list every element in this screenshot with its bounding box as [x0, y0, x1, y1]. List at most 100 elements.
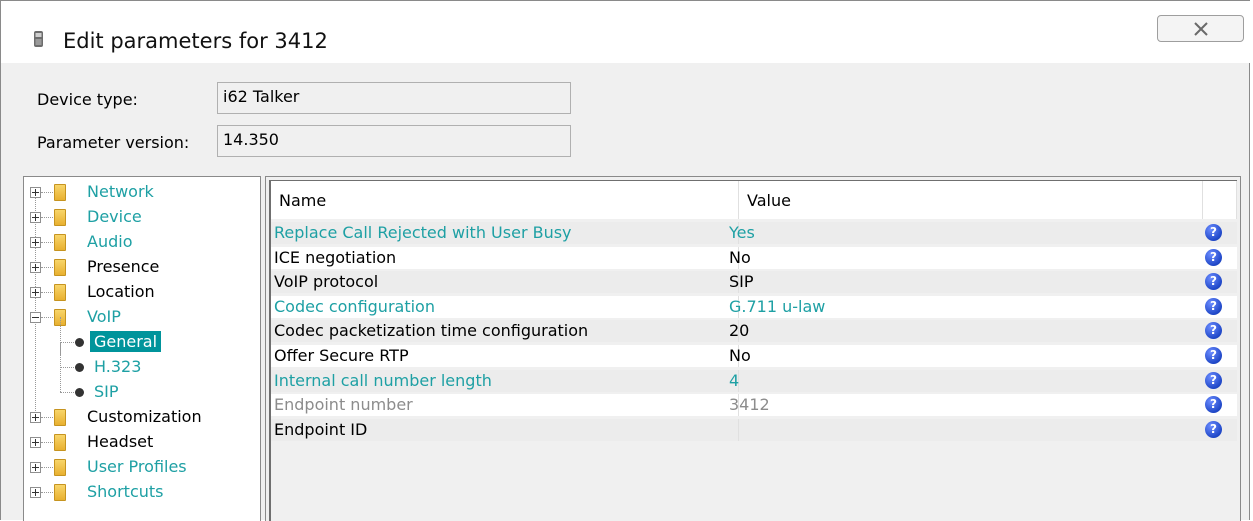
tree-item-presence[interactable]: Presence [24, 255, 260, 279]
tree-item-label: User Profiles [87, 457, 187, 476]
parameter-name-cell: Codec packetization time configuration [274, 321, 589, 340]
tree-item-headset[interactable]: Headset [24, 430, 260, 454]
table-row[interactable]: Codec packetization time configuration 20… [271, 320, 1237, 342]
table-row[interactable]: VoIP protocol SIP? [271, 271, 1237, 293]
close-x-icon [1193, 21, 1208, 36]
help-question-icon[interactable]: ? [1205, 372, 1222, 389]
tree-connector [60, 367, 61, 392]
table-row[interactable]: ICE negotiation No? [271, 247, 1237, 269]
tree-item-label: Network [87, 182, 154, 201]
tree-connector [41, 267, 53, 268]
device-type-label: Device type: [37, 90, 138, 109]
column-header-name[interactable]: Name [271, 181, 739, 219]
help-question-icon[interactable]: ? [1205, 396, 1222, 413]
table-row[interactable]: Endpoint ID? [271, 419, 1237, 441]
tree-item-label: Audio [87, 232, 133, 251]
tree-item-label: Presence [87, 257, 160, 276]
parameter-value-cell[interactable]: 20 [729, 321, 749, 340]
expand-icon[interactable] [30, 487, 41, 498]
collapse-icon[interactable] [30, 312, 41, 323]
tree-item-label: Shortcuts [87, 482, 164, 501]
tree-connector [41, 317, 53, 318]
folder-icon [54, 259, 66, 276]
parameter-value-cell[interactable]: 4 [729, 371, 739, 390]
help-question-icon[interactable]: ? [1205, 224, 1222, 241]
folder-icon [54, 184, 66, 201]
app-icon [34, 31, 43, 47]
expand-icon[interactable] [30, 437, 41, 448]
folder-icon [54, 284, 66, 301]
parameter-value-cell[interactable]: 3412 [729, 395, 770, 414]
parameter-value-cell[interactable]: No [729, 248, 751, 267]
tree-item-audio[interactable]: Audio [24, 230, 260, 254]
bullet-icon [75, 338, 84, 347]
tree-connector [41, 242, 53, 243]
tree-item-device[interactable]: Device [24, 205, 260, 229]
parameter-value-cell[interactable]: Yes [729, 223, 755, 242]
folder-icon [54, 234, 66, 251]
tree-item-label: Customization [87, 407, 202, 426]
tree-item-customization[interactable]: Customization [24, 405, 260, 429]
tree-connector [60, 367, 74, 368]
table-row[interactable]: Codec configuration G.711 u-law? [271, 296, 1237, 318]
folder-icon [54, 409, 66, 426]
help-question-icon[interactable]: ? [1205, 347, 1222, 364]
tree-item-shortcuts[interactable]: Shortcuts [24, 480, 260, 504]
tree-item-label: General [90, 331, 162, 352]
parameter-name-cell: VoIP protocol [274, 272, 379, 291]
help-question-icon[interactable]: ? [1205, 421, 1222, 438]
tree-connector [41, 292, 53, 293]
help-question-icon[interactable]: ? [1205, 273, 1222, 290]
expand-icon[interactable] [30, 237, 41, 248]
category-tree[interactable]: Network Device Audio Presence Location VoIP Ge… [23, 176, 261, 521]
table-row[interactable]: Offer Secure RTP No? [271, 345, 1237, 367]
tree-item-network[interactable]: Network [24, 180, 260, 204]
parameter-value-cell[interactable]: SIP [729, 272, 754, 291]
parameter-name-cell: Internal call number length [274, 371, 492, 390]
column-header-help [1203, 181, 1237, 219]
help-question-icon[interactable]: ? [1205, 322, 1222, 339]
tree-item-label: Location [87, 282, 155, 301]
column-header-value[interactable]: Value [739, 181, 1203, 219]
parameter-version-label: Parameter version: [37, 133, 190, 152]
tree-item-label: Device [87, 207, 142, 226]
tree-connector [60, 342, 74, 343]
tree-item-label: Headset [87, 432, 154, 451]
expand-icon[interactable] [30, 412, 41, 423]
parameter-value-cell[interactable]: G.711 u-law [729, 297, 825, 316]
parameter-grid[interactable]: Name Value Replace Call Rejected with Us… [269, 180, 1237, 521]
tree-item-location[interactable]: Location [24, 280, 260, 304]
tree-item-sip[interactable]: SIP [24, 367, 260, 404]
device-info-panel: Device type: i62 Talker Parameter versio… [23, 63, 1241, 167]
table-row[interactable]: Endpoint number 3412? [271, 394, 1237, 416]
tree-connector [41, 442, 53, 443]
help-question-icon[interactable]: ? [1205, 298, 1222, 315]
tree-connector [60, 392, 74, 393]
expand-icon[interactable] [30, 287, 41, 298]
table-row[interactable]: Replace Call Rejected with User Busy Yes? [271, 222, 1237, 244]
close-button[interactable] [1157, 15, 1244, 42]
tree-connector [41, 467, 53, 468]
tree-connector [41, 417, 53, 418]
bullet-icon [75, 388, 84, 397]
tree-connector [41, 492, 53, 493]
parameter-name-cell: Endpoint ID [274, 420, 368, 439]
parameter-name-cell: Replace Call Rejected with User Busy [274, 223, 572, 242]
expand-icon[interactable] [30, 262, 41, 273]
parameter-value-cell[interactable]: No [729, 346, 751, 365]
device-type-field: i62 Talker [217, 82, 571, 114]
help-question-icon[interactable]: ? [1205, 249, 1222, 266]
parameter-name-cell: Endpoint number [274, 395, 413, 414]
expand-icon[interactable] [30, 462, 41, 473]
bullet-icon [75, 363, 84, 372]
parameter-name-cell: ICE negotiation [274, 248, 397, 267]
tree-item-user-profiles[interactable]: User Profiles [24, 455, 260, 479]
tree-connector [41, 217, 53, 218]
table-row[interactable]: Internal call number length 4? [271, 370, 1237, 392]
expand-icon[interactable] [30, 212, 41, 223]
folder-icon [54, 434, 66, 451]
parameter-name-cell: Offer Secure RTP [274, 346, 409, 365]
tree-item-label: H.323 [94, 357, 142, 376]
expand-icon[interactable] [30, 187, 41, 198]
folder-icon [54, 459, 66, 476]
